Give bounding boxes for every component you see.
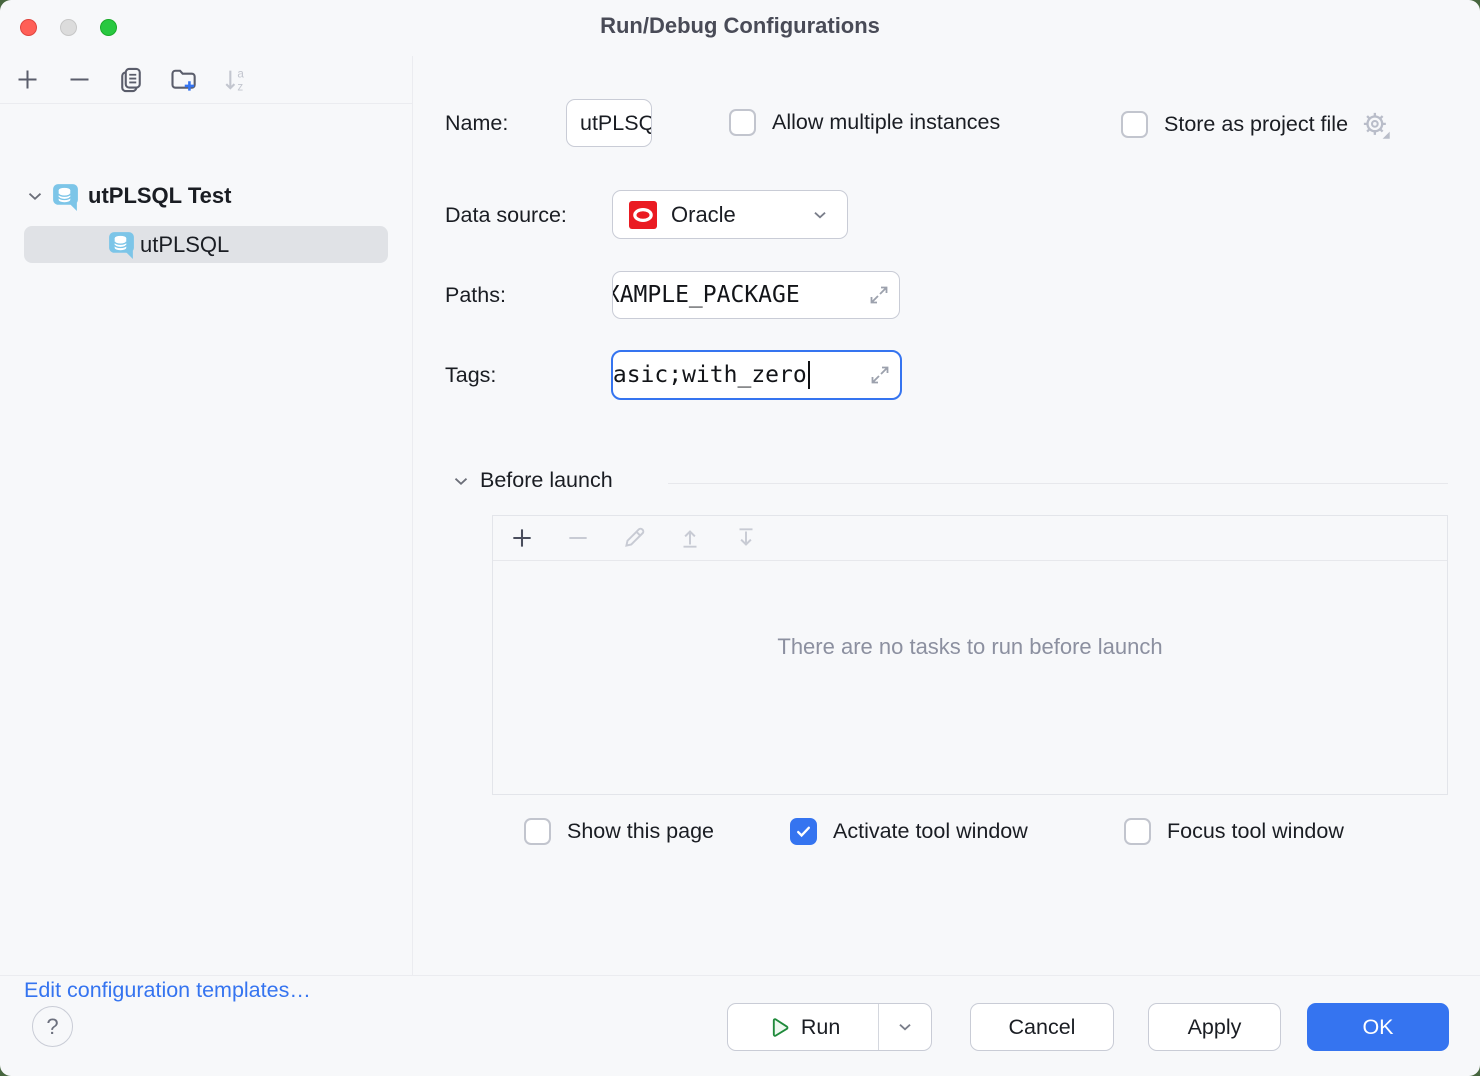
store-as-project-file-checkbox[interactable] bbox=[1121, 111, 1148, 138]
data-source-dropdown[interactable]: Oracle bbox=[612, 190, 848, 239]
tags-input[interactable]: basic;with_zero bbox=[611, 350, 902, 400]
data-source-label: Data source: bbox=[445, 203, 567, 228]
data-source-value: Oracle bbox=[671, 202, 736, 228]
tree-item-label: utPLSQL Test bbox=[88, 183, 231, 209]
move-task-up-button[interactable] bbox=[676, 524, 704, 552]
chevron-down-icon bbox=[809, 204, 831, 226]
expand-icon bbox=[868, 363, 892, 387]
tags-label: Tags: bbox=[445, 363, 496, 388]
allow-multiple-instances-group: Allow multiple instances bbox=[729, 109, 1000, 136]
utplsql-type-icon bbox=[50, 181, 81, 212]
dialog-title: Run/Debug Configurations bbox=[0, 13, 1480, 39]
focus-tool-window-group: Focus tool window bbox=[1124, 818, 1344, 845]
edit-task-button[interactable] bbox=[620, 524, 648, 552]
tree-item-utplsql-test[interactable]: utPLSQL Test bbox=[24, 178, 231, 214]
before-launch-panel: There are no tasks to run before launch bbox=[492, 515, 1448, 795]
ok-button[interactable]: OK bbox=[1307, 1003, 1449, 1051]
activate-tool-window-checkbox[interactable] bbox=[790, 818, 817, 845]
svg-text:z: z bbox=[237, 80, 243, 93]
titlebar: Run/Debug Configurations bbox=[0, 0, 1480, 56]
remove-icon bbox=[66, 66, 93, 93]
copy-icon bbox=[117, 66, 145, 94]
new-folder-button[interactable] bbox=[169, 66, 197, 94]
utplsql-config-icon bbox=[106, 229, 137, 260]
before-launch-header[interactable]: Before launch bbox=[450, 468, 613, 493]
show-this-page-checkbox[interactable] bbox=[524, 818, 551, 845]
chevron-down-icon bbox=[450, 470, 472, 492]
before-launch-title: Before launch bbox=[480, 468, 613, 493]
add-configuration-button[interactable] bbox=[13, 66, 41, 94]
run-debug-configurations-dialog: Run/Debug Configurations bbox=[0, 0, 1480, 1076]
text-caret bbox=[808, 361, 810, 389]
apply-button-label: Apply bbox=[1188, 1015, 1242, 1040]
run-button[interactable]: Run bbox=[728, 1004, 879, 1050]
oracle-icon bbox=[629, 201, 657, 229]
check-icon bbox=[795, 823, 812, 840]
paths-input[interactable]: EXAMPLE_PACKAGE bbox=[612, 271, 900, 319]
add-icon bbox=[509, 525, 535, 551]
configurations-sidebar: a z utPLSQL Test bbox=[0, 56, 413, 975]
tree-item-label: utPLSQL bbox=[140, 232, 229, 258]
name-input[interactable]: utPLSQL bbox=[566, 99, 652, 147]
move-task-down-button[interactable] bbox=[732, 524, 760, 552]
new-folder-icon bbox=[169, 65, 197, 94]
activate-tool-window-label: Activate tool window bbox=[833, 819, 1028, 844]
show-this-page-label: Show this page bbox=[567, 819, 714, 844]
before-launch-toolbar bbox=[493, 516, 1447, 561]
add-task-button[interactable] bbox=[508, 524, 536, 552]
run-options-button[interactable] bbox=[879, 1004, 931, 1050]
help-button[interactable]: ? bbox=[32, 1006, 73, 1047]
name-value: utPLSQL bbox=[580, 111, 652, 136]
expand-tags-button[interactable] bbox=[868, 363, 892, 387]
name-label: Name: bbox=[445, 111, 508, 136]
expand-icon bbox=[867, 283, 891, 307]
expand-paths-button[interactable] bbox=[867, 283, 891, 307]
cancel-button[interactable]: Cancel bbox=[970, 1003, 1114, 1051]
add-icon bbox=[14, 66, 41, 93]
tree-item-utplsql-selected[interactable]: utPLSQL bbox=[24, 226, 388, 263]
run-split-button: Run bbox=[727, 1003, 932, 1051]
chevron-down-icon bbox=[24, 185, 46, 207]
sort-alphabetically-icon: a z bbox=[221, 66, 249, 94]
store-as-project-file-label: Store as project file bbox=[1164, 112, 1348, 137]
remove-configuration-button[interactable] bbox=[65, 66, 93, 94]
remove-icon bbox=[565, 525, 591, 551]
focus-tool-window-label: Focus tool window bbox=[1167, 819, 1344, 844]
before-launch-empty-text: There are no tasks to run before launch bbox=[493, 634, 1447, 660]
ok-button-label: OK bbox=[1362, 1015, 1393, 1040]
cancel-button-label: Cancel bbox=[1009, 1015, 1076, 1040]
focus-tool-window-checkbox[interactable] bbox=[1124, 818, 1151, 845]
before-launch-rule bbox=[668, 483, 1448, 484]
paths-label: Paths: bbox=[445, 283, 506, 308]
help-question-icon: ? bbox=[46, 1014, 58, 1040]
edit-pencil-icon bbox=[621, 525, 647, 551]
store-as-project-file-group: Store as project file bbox=[1121, 109, 1391, 140]
allow-multiple-instances-checkbox[interactable] bbox=[729, 109, 756, 136]
apply-button[interactable]: Apply bbox=[1148, 1003, 1281, 1051]
remove-task-button[interactable] bbox=[564, 524, 592, 552]
dialog-footer: ? Run Cancel Apply OK bbox=[0, 975, 1480, 1076]
paths-value: EXAMPLE_PACKAGE bbox=[612, 282, 800, 308]
move-down-icon bbox=[733, 525, 759, 551]
copy-configuration-button[interactable] bbox=[117, 66, 145, 94]
tags-value: basic;with_zero bbox=[611, 362, 807, 388]
show-this-page-group: Show this page bbox=[524, 818, 714, 845]
move-up-icon bbox=[677, 525, 703, 551]
run-play-icon bbox=[766, 1015, 791, 1040]
chevron-down-icon bbox=[894, 1016, 916, 1038]
gear-icon bbox=[1360, 109, 1391, 140]
activate-tool-window-group: Activate tool window bbox=[790, 818, 1028, 845]
svg-text:a: a bbox=[237, 67, 244, 80]
allow-multiple-instances-label: Allow multiple instances bbox=[772, 110, 1000, 135]
sort-configurations-button[interactable]: a z bbox=[221, 66, 249, 94]
sidebar-toolbar: a z bbox=[0, 56, 412, 104]
store-settings-button[interactable] bbox=[1360, 109, 1391, 140]
run-button-label: Run bbox=[801, 1015, 840, 1040]
